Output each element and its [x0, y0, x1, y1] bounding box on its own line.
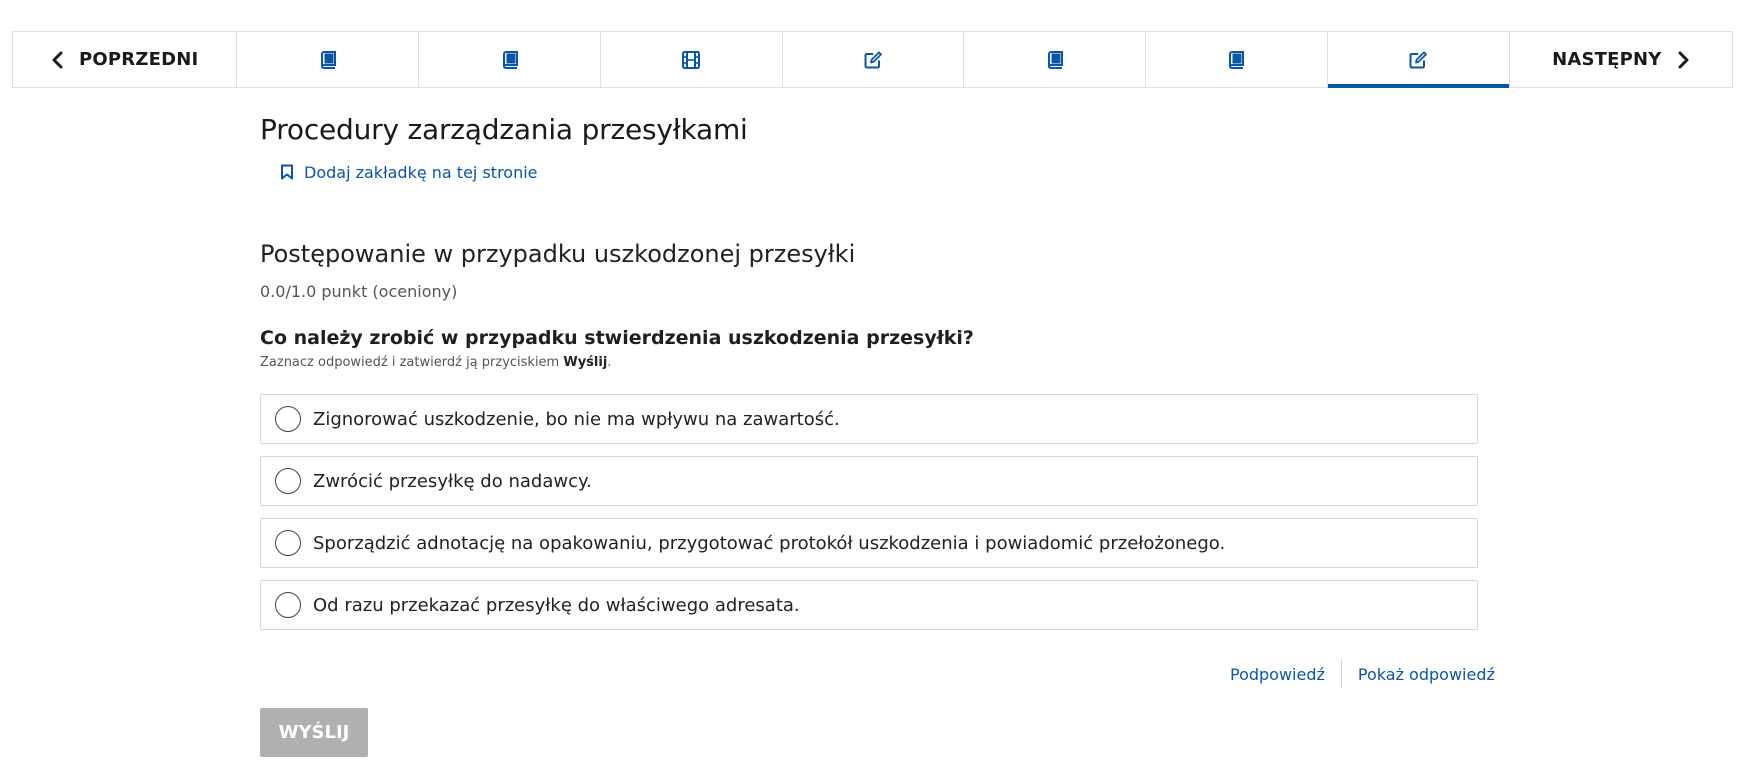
next-label: NASTĘPNY: [1552, 49, 1662, 70]
tab-unit-6[interactable]: [1146, 32, 1328, 87]
answer-choice[interactable]: Sporządzić adnotację na opakowaniu, przy…: [260, 518, 1478, 568]
hint-link[interactable]: Podpowiedź: [1230, 665, 1325, 684]
tab-unit-7-active[interactable]: [1327, 32, 1510, 88]
radio-button[interactable]: [275, 406, 301, 432]
problem-title: Postępowanie w przypadku uszkodzonej prz…: [260, 240, 856, 268]
question-text: Co należy zrobić w przypadku stwierdzeni…: [260, 327, 974, 349]
actions-divider: [1340, 660, 1342, 688]
answer-choice[interactable]: Zignorować uszkodzenie, bo nie ma wpływu…: [260, 394, 1478, 444]
instruction-text: Zaznacz odpowiedź i zatwierdź ją przycis…: [260, 355, 1490, 370]
bookmark-icon: [281, 164, 293, 180]
answer-choice[interactable]: Zwrócić przesyłkę do nadawcy.: [260, 456, 1478, 506]
problem-score: 0.0/1.0 punkt (oceniony): [260, 282, 458, 301]
video-icon: [682, 50, 701, 69]
chevron-right-icon: [1678, 51, 1689, 68]
edit-icon: [1409, 51, 1428, 68]
problem-actions: Podpowiedź Pokaż odpowiedź: [1230, 660, 1495, 688]
tab-unit-2[interactable]: [419, 32, 601, 87]
instruction-bold: Wyślij: [563, 355, 608, 370]
instruction-suffix: .: [607, 355, 612, 370]
next-button[interactable]: NASTĘPNY: [1509, 32, 1733, 87]
choice-label: Zignorować uszkodzenie, bo nie ma wpływu…: [313, 408, 840, 430]
book-icon: [1047, 50, 1063, 69]
show-answer-link[interactable]: Pokaż odpowiedź: [1358, 665, 1495, 684]
answer-choices: Zignorować uszkodzenie, bo nie ma wpływu…: [260, 394, 1478, 630]
radio-button[interactable]: [275, 592, 301, 618]
choice-label: Od razu przekazać przesyłkę do właściweg…: [313, 594, 800, 616]
tab-unit-5[interactable]: [964, 32, 1147, 87]
edit-icon: [864, 51, 882, 68]
radio-button[interactable]: [275, 468, 301, 494]
bookmark-label: Dodaj zakładkę na tej stronie: [304, 162, 538, 182]
unit-content: Procedury zarządzania przesyłkami Dodaj …: [260, 110, 1490, 642]
submit-button[interactable]: WYŚLIJ: [260, 708, 368, 757]
radio-button[interactable]: [275, 530, 301, 556]
sequence-navigation: POPRZEDNI NASTĘPNY: [12, 31, 1733, 88]
tab-unit-3[interactable]: [600, 32, 783, 87]
bookmark-button[interactable]: Dodaj zakładkę na tej stronie: [280, 160, 1490, 184]
book-icon: [320, 50, 336, 69]
answer-choice[interactable]: Od razu przekazać przesyłkę do właściweg…: [260, 580, 1478, 630]
tab-unit-1[interactable]: [237, 32, 420, 87]
chevron-left-icon: [52, 51, 63, 68]
previous-label: POPRZEDNI: [79, 49, 199, 70]
previous-button[interactable]: POPRZEDNI: [13, 32, 238, 87]
book-icon: [502, 50, 518, 69]
book-icon: [1229, 50, 1245, 69]
tab-unit-4[interactable]: [782, 32, 965, 87]
unit-title: Procedury zarządzania przesyłkami: [260, 113, 748, 146]
choice-label: Sporządzić adnotację na opakowaniu, przy…: [313, 532, 1226, 554]
choice-label: Zwrócić przesyłkę do nadawcy.: [313, 470, 592, 492]
instruction-prefix: Zaznacz odpowiedź i zatwierdź ją przycis…: [260, 355, 564, 370]
